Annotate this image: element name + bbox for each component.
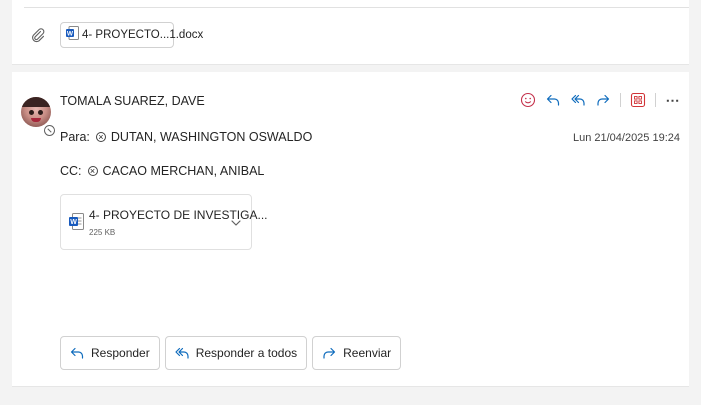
reply-all-button[interactable]: Responder a todos — [164, 336, 308, 370]
sender-name[interactable]: TOMALA SUAREZ, DAVE — [60, 94, 205, 108]
forward-icon — [323, 347, 336, 359]
reply-bar: Responder Responder a todos Reenviar — [60, 336, 402, 370]
avatar[interactable] — [21, 97, 51, 127]
more-options-icon[interactable]: ⋯ — [663, 90, 683, 110]
forward-button[interactable]: Reenviar — [312, 336, 402, 370]
reply-all-label: Responder a todos — [195, 346, 298, 360]
attachment-name: 4- PROYECTO...1.docx — [82, 29, 204, 41]
reply-label: Responder — [91, 346, 150, 360]
to-label: Para: — [60, 130, 90, 144]
word-doc-icon: W — [66, 25, 79, 45]
reply-icon[interactable] — [543, 90, 563, 110]
attachment-chip[interactable]: W 4- PROYECTO...1.docx — [60, 22, 203, 48]
to-recipient[interactable]: DUTAN, WASHINGTON OSWALDO — [111, 130, 312, 144]
chevron-down-icon[interactable] — [230, 216, 242, 234]
emoji-react-icon[interactable] — [518, 90, 538, 110]
svg-text:W: W — [67, 30, 74, 37]
word-doc-icon: W — [69, 213, 84, 235]
presence-icon — [87, 166, 98, 176]
forward-icon[interactable] — [593, 90, 613, 110]
attachment-size: 225 KB — [89, 228, 116, 237]
attachment-strip: W 4- PROYECTO...1.docx — [12, 0, 689, 65]
presence-offline-icon — [44, 125, 55, 136]
presence-icon — [95, 132, 106, 142]
divider — [620, 93, 621, 107]
message-card: TOMALA SUAREZ, DAVE Para: DUTAN, WASHING… — [12, 72, 689, 387]
attachment-card[interactable]: W 4- PROYECTO DE INVESTIGA... 225 KB — [60, 194, 267, 250]
svg-text:W: W — [70, 219, 77, 226]
divider — [24, 7, 689, 8]
reply-icon — [70, 347, 84, 359]
reply-all-icon[interactable] — [568, 90, 588, 110]
message-actions: ⋯ — [518, 90, 683, 110]
to-line: Para: DUTAN, WASHINGTON OSWALDO — [60, 130, 312, 144]
cc-line: CC: CACAO MERCHAN, ANIBAL — [60, 164, 264, 178]
paperclip-icon — [30, 27, 46, 43]
reply-all-icon — [175, 347, 189, 359]
reply-button[interactable]: Responder — [60, 336, 160, 370]
timestamp: Lun 21/04/2025 19:24 — [572, 132, 680, 144]
forward-label: Reenviar — [343, 346, 392, 360]
cc-label: CC: — [60, 164, 82, 178]
apps-icon[interactable] — [628, 90, 648, 110]
cc-recipient[interactable]: CACAO MERCHAN, ANIBAL — [103, 164, 265, 178]
divider — [655, 93, 656, 107]
